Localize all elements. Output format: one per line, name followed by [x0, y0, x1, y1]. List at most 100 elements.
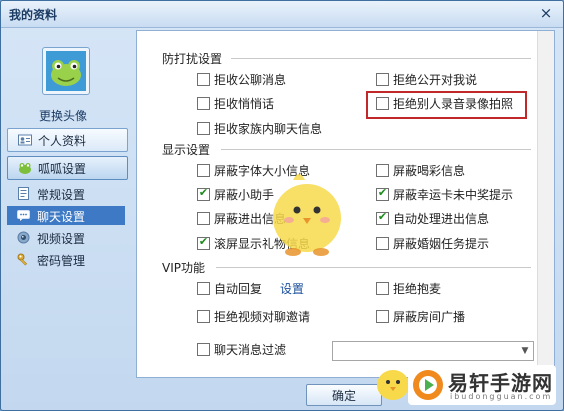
frog-icon [18, 161, 32, 175]
checkbox-box[interactable] [376, 310, 389, 323]
checkbox-block-broadcast[interactable]: 屏蔽房间广播 [376, 308, 526, 326]
checkbox-box[interactable]: ✔ [197, 186, 210, 201]
checkbox-label: 拒收悄悄话 [214, 97, 275, 111]
sidebar-item-chat-settings[interactable]: 聊天设置 [7, 206, 125, 225]
checkmark-icon [377, 71, 388, 84]
settings-doc-icon [17, 187, 30, 200]
change-avatar-link[interactable]: 更换头像 [39, 107, 87, 124]
nav-guagua-settings[interactable]: 呱呱设置 [7, 156, 128, 180]
checkbox-label: 屏蔽房间广播 [393, 310, 466, 324]
group-divider [231, 58, 531, 59]
window-title: 我的资料 [9, 8, 58, 22]
checkbox-label: 屏蔽幸运卡未中奖提示 [393, 188, 514, 202]
checkbox-auto-reply[interactable]: 自动回复 [197, 280, 277, 298]
checkmark-icon [198, 210, 209, 223]
sidebar: 更换头像 个人资料 呱呱设置 常规设置 聊天设置 视频设置 密码管理 [1, 28, 133, 384]
checkbox-box[interactable]: ✔ [197, 235, 210, 250]
checkbox-reject-hug[interactable]: 拒绝抱麦 [376, 280, 526, 298]
checkmark-icon: ✔ [377, 210, 388, 223]
site-watermark: 易轩手游网 ibudongguan.com [408, 365, 556, 405]
checkmark-icon [198, 308, 209, 321]
checkbox-reject-video-invite[interactable]: 拒绝视频对聊邀请 [197, 308, 357, 326]
checkbox-reject-family-chat[interactable]: 拒收家族内聊天信息 [197, 120, 367, 138]
checkbox-box[interactable] [197, 73, 210, 86]
sidebar-item-chat-settings-label: 聊天设置 [37, 210, 86, 224]
small-chick-icon [377, 370, 409, 400]
group-divider [221, 149, 531, 150]
close-icon[interactable]: × [537, 4, 555, 22]
vertical-scrollbar[interactable] [537, 31, 554, 375]
checkbox-reject-whisper[interactable]: 拒收悄悄话 [197, 95, 347, 113]
checkbox-label: 拒绝视频对聊邀请 [214, 310, 311, 324]
checkbox-box[interactable] [197, 164, 210, 177]
checkbox-block-lucky[interactable]: ✔ 屏蔽幸运卡未中奖提示 [376, 186, 526, 204]
chick-mascot-icon [273, 174, 341, 256]
checkmark-icon [198, 71, 209, 84]
checkmark-icon [198, 341, 209, 354]
frog-avatar-icon [46, 51, 86, 91]
chevron-down-icon[interactable]: ▼ [517, 342, 533, 360]
checkbox-block-marriage[interactable]: 屏蔽婚姻任务提示 [376, 235, 526, 253]
group-divider [216, 267, 531, 268]
checkbox-box[interactable] [197, 212, 210, 225]
checkmark-icon [198, 120, 209, 133]
checkbox-block-cheer[interactable]: 屏蔽喝彩信息 [376, 162, 526, 180]
sidebar-item-video[interactable]: 视频设置 [7, 228, 125, 247]
checkmark-icon [198, 95, 209, 108]
checkmark-icon [377, 162, 388, 175]
auto-reply-settings-link[interactable]: 设置 [280, 280, 304, 297]
checkbox-label: 拒绝公开对我说 [393, 73, 478, 87]
checkbox-label: 屏蔽婚姻任务提示 [393, 237, 490, 251]
checkbox-box[interactable] [197, 282, 210, 295]
checkbox-chat-filter[interactable]: 聊天消息过滤 [197, 341, 327, 359]
checkbox-box[interactable]: ✔ [376, 210, 389, 225]
checkmark-icon [198, 280, 209, 293]
checkbox-label: 拒绝别人录音录像拍照 [393, 97, 514, 111]
checkbox-box[interactable] [376, 164, 389, 177]
checkmark-icon: ✔ [198, 186, 209, 199]
site-logo-icon [413, 370, 443, 400]
chat-settings-icon [17, 209, 30, 222]
filter-select[interactable]: ▼ [332, 341, 534, 361]
checkmark-icon [377, 308, 388, 321]
checkbox-reject-public-to-me[interactable]: 拒绝公开对我说 [376, 71, 526, 89]
checkbox-box[interactable]: ✔ [376, 186, 389, 201]
profile-window: 我的资料 × 更换头像 个人资料 呱呱设置 常规设置 聊天设置 视频设置 密码管… [0, 0, 564, 411]
checkbox-label: 拒收家族内聊天信息 [214, 122, 323, 136]
checkbox-label: 自动回复 [214, 282, 263, 296]
ok-button[interactable]: 确定 [306, 384, 382, 406]
checkbox-box[interactable] [376, 97, 389, 110]
checkbox-label: 自动处理进出信息 [393, 212, 490, 226]
checkbox-box[interactable] [376, 73, 389, 86]
checkbox-label: 聊天消息过滤 [214, 343, 287, 357]
group-title-anti-disturb: 防打扰设置 [162, 52, 223, 66]
sidebar-item-password-label: 密码管理 [37, 254, 86, 268]
nav-guagua-settings-label: 呱呱设置 [38, 162, 87, 176]
avatar[interactable] [42, 47, 90, 95]
checkbox-reject-public-msg[interactable]: 拒收公聊消息 [197, 71, 347, 89]
id-card-icon [18, 133, 32, 147]
key-icon [17, 253, 30, 266]
nav-personal-info-label: 个人资料 [38, 134, 87, 148]
checkbox-label: 屏蔽喝彩信息 [393, 164, 466, 178]
checkbox-box[interactable] [376, 282, 389, 295]
checkbox-label: 拒收公聊消息 [214, 73, 287, 87]
checkbox-reject-record[interactable]: 拒绝别人录音录像拍照 [376, 95, 526, 113]
checkbox-box[interactable] [197, 97, 210, 110]
group-title-vip: VIP功能 [162, 261, 205, 275]
nav-personal-info[interactable]: 个人资料 [7, 128, 128, 152]
sidebar-item-password[interactable]: 密码管理 [7, 250, 125, 269]
checkbox-box[interactable] [197, 343, 210, 356]
checkmark-icon [377, 280, 388, 293]
checkmark-icon [377, 235, 388, 248]
sidebar-item-general-label: 常规设置 [37, 188, 86, 202]
checkbox-box[interactable] [197, 122, 210, 135]
group-title-display: 显示设置 [162, 143, 211, 157]
checkbox-box[interactable] [197, 310, 210, 323]
video-icon [17, 231, 30, 244]
checkbox-auto-enter-exit[interactable]: ✔ 自动处理进出信息 [376, 210, 526, 228]
checkmark-icon [198, 162, 209, 175]
sidebar-item-general[interactable]: 常规设置 [7, 184, 125, 203]
checkbox-box[interactable] [376, 237, 389, 250]
checkmark-icon: ✔ [377, 186, 388, 199]
